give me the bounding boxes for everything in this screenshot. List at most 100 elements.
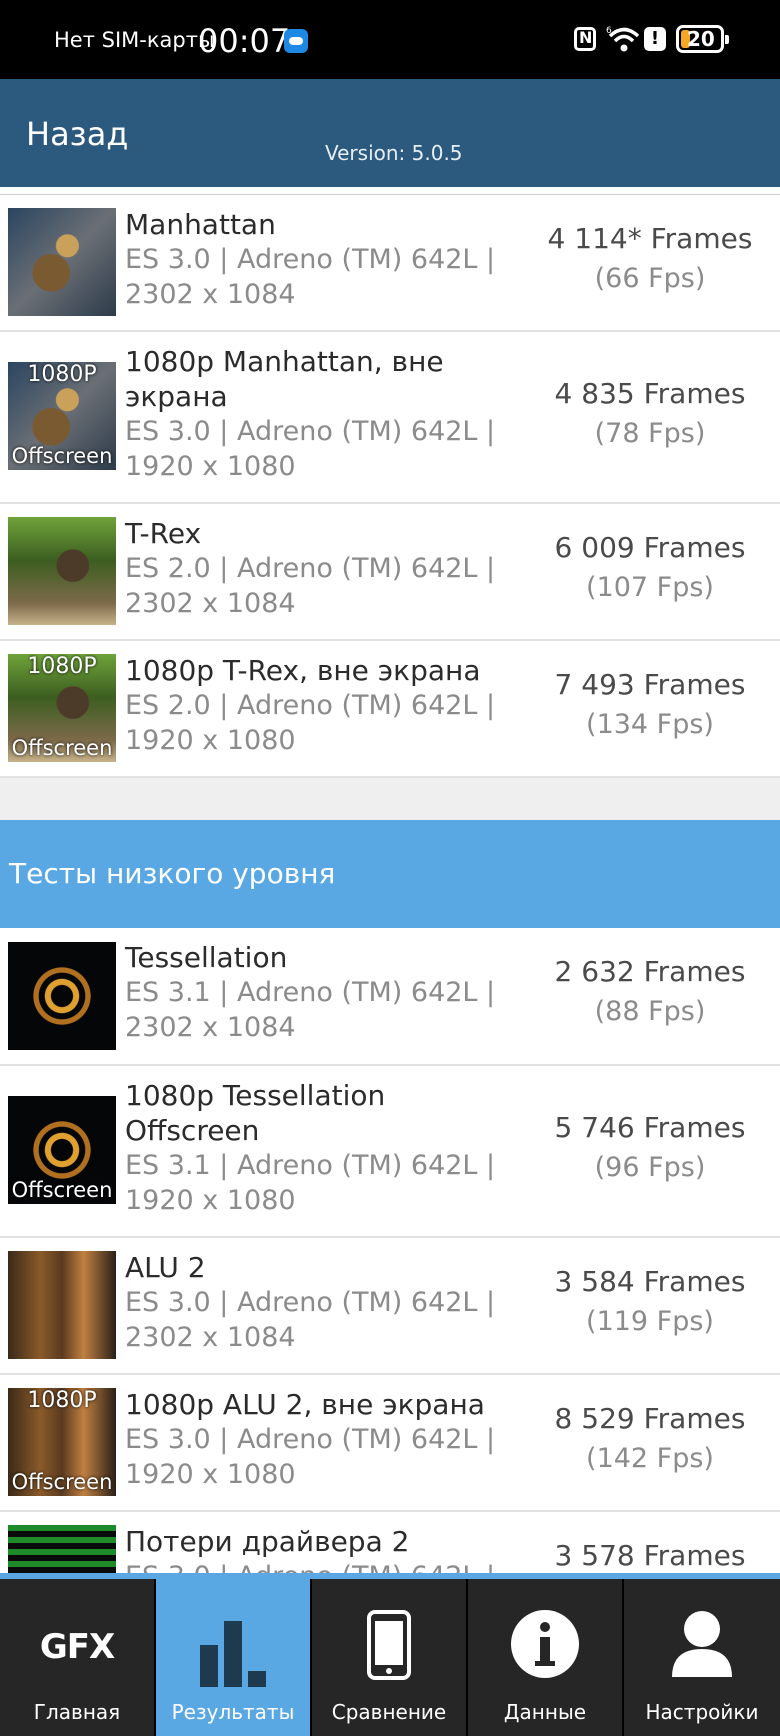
- bottom-navigation: GFX Главная Результаты Сравнение Данные: [0, 1573, 780, 1736]
- benchmark-resolution: 2302 x 1084: [125, 279, 296, 310]
- benchmark-api: ES 3.0 | Adreno (TM) 642L |: [125, 1424, 496, 1455]
- thumbnail-label-offscreen: Offscreen: [11, 1470, 113, 1494]
- nav-compare[interactable]: Сравнение: [312, 1579, 466, 1736]
- benchmark-title: ALU 2: [125, 1251, 206, 1284]
- result-row-tessellation[interactable]: Tessellation ES 3.1 | Adreno (TM) 642L |…: [0, 928, 780, 1066]
- section-gap: [0, 778, 780, 820]
- result-row-alu2-offscreen[interactable]: 1080P Offscreen 1080p ALU 2, вне экрана …: [0, 1375, 780, 1512]
- benchmark-api: ES 3.0 | Adreno (TM) 642L |: [125, 1559, 515, 1573]
- list-top-divider: [0, 187, 780, 195]
- nav-settings-label: Настройки: [645, 1700, 759, 1724]
- battery-level: 20: [687, 27, 715, 51]
- benchmark-thumbnail: 1080P Offscreen: [8, 654, 116, 762]
- benchmark-title: Потери драйвера 2: [125, 1525, 410, 1558]
- nav-results[interactable]: Результаты: [156, 1579, 310, 1736]
- benchmark-resolution: 1920 x 1080: [125, 1459, 296, 1490]
- nav-settings[interactable]: Настройки: [624, 1579, 780, 1736]
- gfx-logo-icon: GFX: [39, 1627, 115, 1667]
- benchmark-title: 1080p T-Rex, вне экрана: [125, 654, 481, 687]
- score-fps: (142 Fps): [586, 1443, 714, 1474]
- score-fps: (107 Fps): [586, 572, 714, 603]
- benchmark-api: ES 3.0 | Adreno (TM) 642L |: [125, 416, 496, 447]
- score-frames: 5 746 Frames: [554, 1111, 746, 1144]
- nav-home[interactable]: GFX Главная: [0, 1579, 154, 1736]
- score-frames: 4 114* Frames: [547, 222, 753, 255]
- benchmark-title: T-Rex: [125, 517, 202, 550]
- user-icon: [672, 1611, 732, 1677]
- thumbnail-label-1080p: 1080P: [27, 362, 97, 387]
- section-header-low-level: Тесты низкого уровня: [0, 820, 780, 928]
- benchmark-thumbnail: [8, 1251, 116, 1359]
- benchmark-api: ES 3.0 | Adreno (TM) 642L |: [125, 244, 496, 275]
- clock: 00:07: [198, 22, 291, 60]
- score-frames: 6 009 Frames: [554, 531, 746, 564]
- result-row-driver-overhead[interactable]: Потери драйвера 2 ES 3.0 | Adreno (TM) 6…: [0, 1512, 780, 1573]
- carrier-text: Нет SIM-карты: [54, 28, 215, 52]
- result-row-alu2[interactable]: ALU 2 ES 3.0 | Adreno (TM) 642L | 2302 x…: [0, 1238, 780, 1375]
- benchmark-api: ES 3.1 | Adreno (TM) 642L |: [125, 977, 496, 1008]
- benchmark-title: Manhattan: [125, 208, 276, 241]
- nav-compare-label: Сравнение: [331, 1700, 447, 1724]
- result-row-tessellation-offscreen[interactable]: Offscreen 1080p Tessellation Offscreen E…: [0, 1066, 780, 1238]
- nav-data[interactable]: Данные: [468, 1579, 622, 1736]
- benchmark-api: ES 2.0 | Adreno (TM) 642L |: [125, 553, 496, 584]
- benchmark-resolution: 2302 x 1084: [125, 1322, 296, 1353]
- result-row-manhattan-offscreen[interactable]: 1080P Offscreen 1080p Manhattan, вне экр…: [0, 332, 780, 504]
- cloud-icon: [284, 29, 308, 53]
- bar-chart-icon: [200, 1621, 266, 1687]
- result-row-trex[interactable]: T-Rex ES 2.0 | Adreno (TM) 642L | 2302 x…: [0, 504, 780, 641]
- nav-data-label: Данные: [503, 1700, 587, 1724]
- benchmark-thumbnail: 1080P Offscreen: [8, 1388, 116, 1496]
- benchmark-thumbnail: [8, 517, 116, 625]
- benchmark-resolution: 2302 x 1084: [125, 1012, 296, 1043]
- thumbnail-label-offscreen: Offscreen: [11, 1178, 113, 1202]
- nfc-icon: [574, 27, 596, 51]
- score-fps: (78 Fps): [594, 418, 706, 449]
- score-frames: 7 493 Frames: [554, 668, 746, 701]
- benchmark-api: ES 3.1 | Adreno (TM) 642L |: [125, 1150, 496, 1181]
- wifi-icon: 6: [606, 26, 640, 52]
- thumbnail-label-offscreen: Offscreen: [11, 736, 113, 760]
- results-list[interactable]: Manhattan ES 3.0 | Adreno (TM) 642L | 23…: [0, 187, 780, 1573]
- alert-icon: !: [644, 27, 666, 51]
- score-frames: 3 584 Frames: [554, 1265, 746, 1298]
- score-frames: 8 529 Frames: [554, 1402, 746, 1435]
- benchmark-api: ES 3.0 | Adreno (TM) 642L |: [125, 1287, 496, 1318]
- score-fps: (119 Fps): [586, 1306, 714, 1337]
- svg-text:6: 6: [606, 26, 612, 36]
- score-frames: 3 578 Frames: [554, 1539, 746, 1572]
- score-fps: (88 Fps): [594, 996, 706, 1027]
- phone-icon: [367, 1610, 411, 1680]
- back-button[interactable]: Назад: [26, 115, 128, 153]
- result-row-trex-offscreen[interactable]: 1080P Offscreen 1080p T-Rex, вне экрана …: [0, 641, 780, 778]
- benchmark-thumbnail: [8, 942, 116, 1050]
- app-header: Назад Version: 5.0.5: [0, 79, 780, 187]
- benchmark-resolution: 1920 x 1080: [125, 451, 296, 482]
- score-fps: (96 Fps): [594, 1152, 706, 1183]
- score-frames: 4 835 Frames: [554, 377, 746, 410]
- result-row-manhattan[interactable]: Manhattan ES 3.0 | Adreno (TM) 642L | 23…: [0, 195, 780, 332]
- benchmark-thumbnail: 1080P Offscreen: [8, 362, 116, 470]
- benchmark-title: 1080p ALU 2, вне экрана: [125, 1388, 485, 1421]
- nav-results-label: Результаты: [171, 1700, 295, 1724]
- score-fps: (134 Fps): [586, 709, 714, 740]
- benchmark-thumbnail: [8, 208, 116, 316]
- score-frames: 2 632 Frames: [554, 955, 746, 988]
- benchmark-resolution: 1920 x 1080: [125, 725, 296, 756]
- benchmark-title: Tessellation: [125, 941, 288, 974]
- battery-icon: 20: [676, 25, 729, 53]
- thumbnail-label-1080p: 1080P: [27, 1388, 97, 1413]
- version-label: Version: 5.0.5: [325, 141, 463, 165]
- benchmark-resolution: 1920 x 1080: [125, 1185, 296, 1216]
- thumbnail-label-1080p: 1080P: [27, 654, 97, 679]
- benchmark-title: 1080p Manhattan, вне экрана: [125, 345, 444, 413]
- score-fps: (66 Fps): [594, 263, 706, 294]
- benchmark-thumbnail: [8, 1525, 116, 1573]
- info-icon: [511, 1610, 579, 1678]
- nav-home-label: Главная: [33, 1700, 121, 1724]
- benchmark-thumbnail: Offscreen: [8, 1096, 116, 1204]
- status-bar: Нет SIM-карты 00:07 6 ! 20: [0, 0, 780, 79]
- benchmark-api: ES 2.0 | Adreno (TM) 642L |: [125, 690, 496, 721]
- benchmark-title: 1080p Tessellation Offscreen: [125, 1079, 386, 1147]
- thumbnail-label-offscreen: Offscreen: [11, 444, 113, 468]
